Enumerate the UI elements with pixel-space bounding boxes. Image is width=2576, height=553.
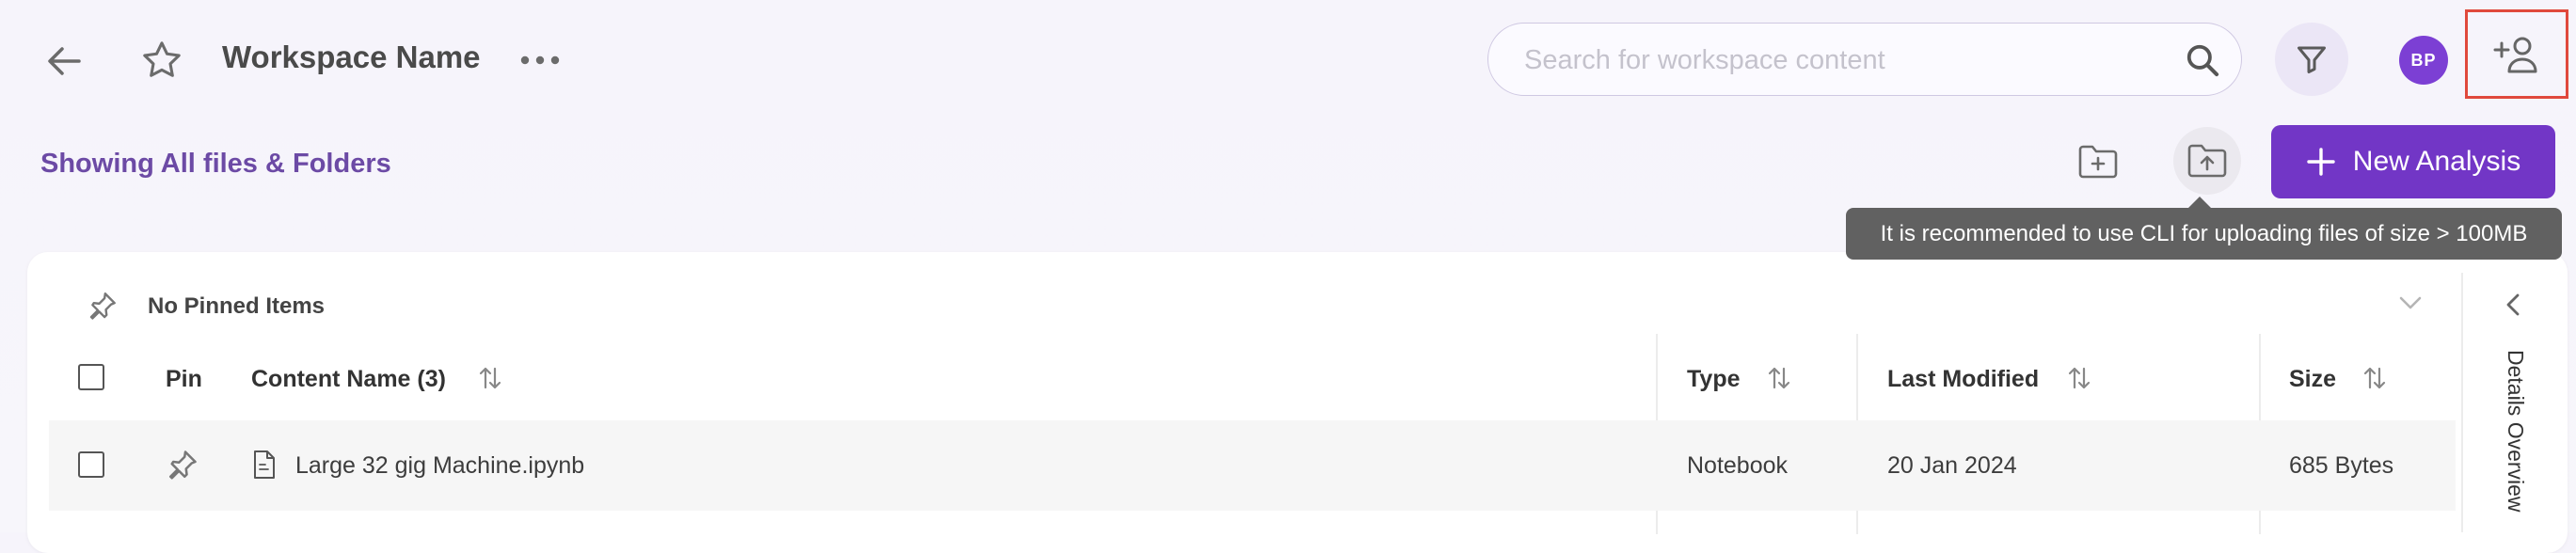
showing-filter-label[interactable]: Showing All files & Folders bbox=[40, 149, 391, 180]
new-folder-button[interactable] bbox=[2068, 132, 2128, 192]
sort-icon[interactable] bbox=[1767, 363, 1791, 393]
search-input[interactable] bbox=[1522, 24, 2128, 97]
add-user-button[interactable] bbox=[2465, 9, 2568, 99]
details-collapse-chevron-icon[interactable] bbox=[2503, 292, 2525, 318]
pinned-items-label: No Pinned Items bbox=[148, 293, 326, 319]
details-panel-divider bbox=[2461, 273, 2463, 532]
favorite-button[interactable] bbox=[137, 36, 186, 85]
pin-icon bbox=[87, 290, 119, 322]
folder-add-icon bbox=[2078, 145, 2118, 179]
star-icon bbox=[143, 41, 181, 77]
person-add-icon bbox=[2493, 37, 2537, 72]
row-content-name[interactable]: Large 32 gig Machine.ipynb bbox=[295, 452, 584, 480]
arrow-left-icon bbox=[48, 47, 81, 75]
sort-icon[interactable] bbox=[2362, 363, 2387, 393]
sort-icon[interactable] bbox=[478, 363, 502, 393]
more-horizontal-icon bbox=[520, 55, 560, 65]
pinned-expand-chevron-icon[interactable] bbox=[2397, 293, 2424, 312]
pin-item-icon[interactable] bbox=[166, 448, 199, 482]
details-overview-tab[interactable]: Details Overview bbox=[2503, 350, 2528, 513]
back-button[interactable] bbox=[38, 38, 90, 85]
sort-icon[interactable] bbox=[2067, 363, 2091, 393]
select-all-checkbox[interactable] bbox=[78, 364, 104, 390]
new-analysis-button[interactable]: New Analysis bbox=[2271, 125, 2555, 198]
row-size: 685 Bytes bbox=[2289, 452, 2394, 479]
upload-tooltip: It is recommended to use CLI for uploadi… bbox=[1846, 197, 2562, 260]
column-header-pin: Pin bbox=[166, 366, 202, 392]
filter-button[interactable] bbox=[2275, 23, 2348, 96]
column-header-content-name[interactable]: Content Name (3) bbox=[251, 366, 446, 393]
folder-upload-icon bbox=[2187, 144, 2227, 178]
upload-button[interactable] bbox=[2173, 127, 2241, 195]
search-box[interactable] bbox=[1487, 23, 2242, 97]
new-analysis-label: New Analysis bbox=[2352, 146, 2521, 177]
column-header-size[interactable]: Size bbox=[2289, 366, 2336, 393]
more-options-button[interactable] bbox=[516, 41, 564, 79]
filter-icon bbox=[2298, 46, 2326, 73]
workspace-title: Workspace Name bbox=[222, 40, 481, 74]
notebook-file-icon bbox=[252, 450, 277, 480]
search-icon[interactable] bbox=[2185, 42, 2220, 78]
row-checkbox[interactable] bbox=[78, 451, 104, 478]
column-header-type[interactable]: Type bbox=[1687, 366, 1741, 393]
plus-icon bbox=[2307, 148, 2335, 176]
user-avatar[interactable]: BP bbox=[2399, 36, 2448, 85]
row-type: Notebook bbox=[1687, 452, 1789, 479]
column-header-last-modified[interactable]: Last Modified bbox=[1887, 366, 2039, 393]
row-last-modified: 20 Jan 2024 bbox=[1887, 452, 2017, 479]
